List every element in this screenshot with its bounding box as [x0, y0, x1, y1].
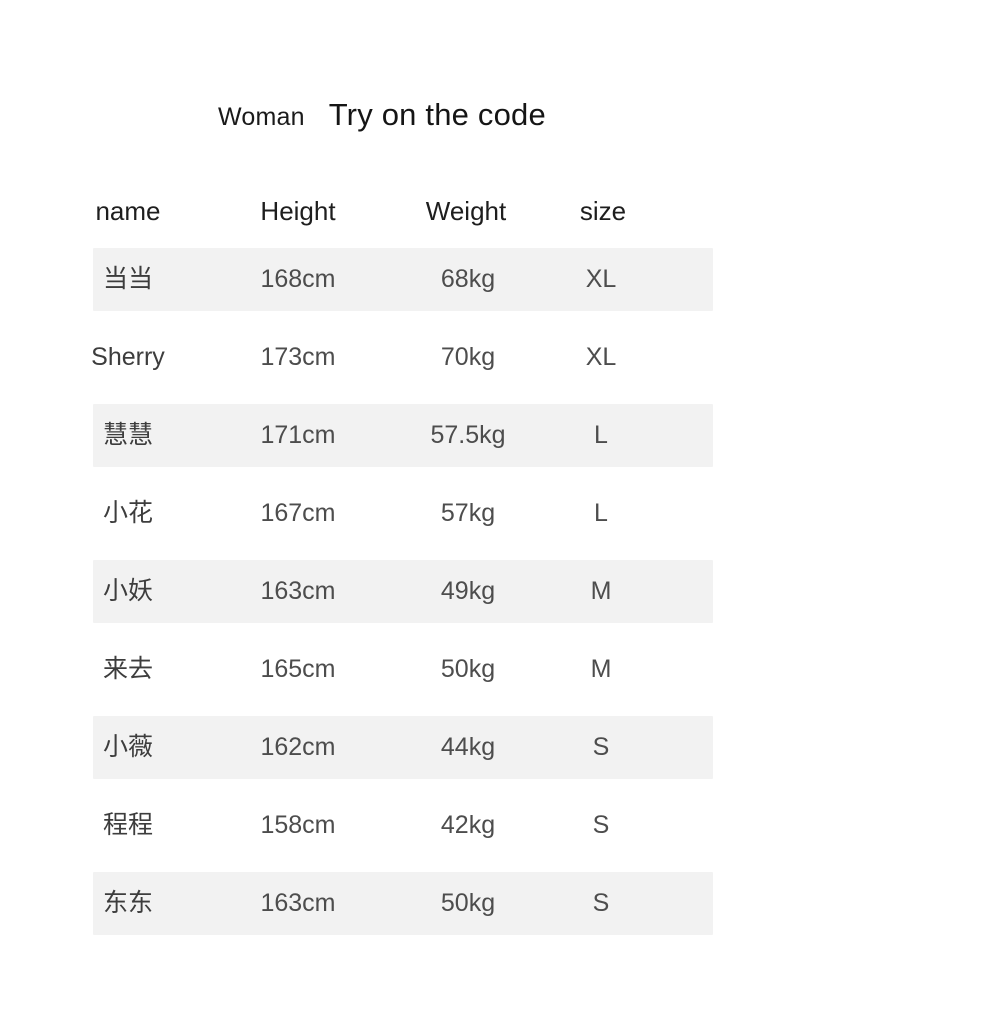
cell-weight: 50kg: [440, 655, 496, 683]
column-header-height: Height: [260, 196, 336, 226]
size-chart-table: name Height Weight size 当当 168cm 68kg XL…: [91, 180, 713, 950]
table-row: 小妖 163cm 49kg M: [93, 560, 713, 638]
cell-weight: 42kg: [440, 811, 496, 839]
cell-weight: 50kg: [440, 889, 496, 917]
cell-weight: 44kg: [440, 733, 496, 761]
cell-height: 171cm: [260, 421, 336, 449]
cell-size: XL: [585, 343, 617, 371]
table-row: 小薇 162cm 44kg S: [93, 716, 713, 794]
cell-name: 来去: [102, 655, 153, 683]
cell-size: M: [590, 577, 612, 605]
cell-name: 小花: [102, 499, 153, 527]
table-header-row: name Height Weight size: [93, 180, 713, 248]
cell-height: 163cm: [260, 577, 336, 605]
cell-height: 167cm: [260, 499, 336, 527]
cell-height: 173cm: [260, 343, 336, 371]
cell-name: 当当: [102, 265, 153, 293]
page-title-main: Try on the code: [328, 97, 546, 132]
page-title: Woman Try on the code: [0, 98, 1000, 142]
cell-size: M: [590, 655, 612, 683]
cell-weight: 57.5kg: [430, 421, 506, 449]
table-row: 当当 168cm 68kg XL: [93, 248, 713, 326]
cell-size: XL: [585, 265, 617, 293]
cell-height: 158cm: [260, 811, 336, 839]
size-chart-page: Woman Try on the code name Height Weight…: [0, 0, 1000, 1009]
cell-size: L: [594, 421, 608, 449]
column-header-name: name: [95, 196, 161, 226]
cell-height: 162cm: [260, 733, 336, 761]
table-row: 小花 167cm 57kg L: [93, 482, 713, 560]
cell-name: 东东: [102, 889, 153, 917]
page-title-prefix: Woman: [218, 103, 305, 131]
cell-size: S: [592, 733, 610, 761]
cell-weight: 57kg: [440, 499, 496, 527]
cell-name: 小妖: [102, 577, 153, 605]
cell-name: Sherry: [91, 343, 165, 371]
cell-weight: 70kg: [440, 343, 496, 371]
page-title-inner: Woman Try on the code: [218, 98, 546, 134]
table-row: 慧慧 171cm 57.5kg L: [93, 404, 713, 482]
table-row: 程程 158cm 42kg S: [93, 794, 713, 872]
cell-height: 165cm: [260, 655, 336, 683]
cell-height: 168cm: [260, 265, 336, 293]
cell-name: 慧慧: [102, 421, 153, 449]
cell-size: S: [592, 889, 610, 917]
table-row: Sherry 173cm 70kg XL: [91, 326, 713, 404]
cell-weight: 49kg: [440, 577, 496, 605]
cell-size: S: [592, 811, 610, 839]
cell-weight: 68kg: [440, 265, 496, 293]
cell-height: 163cm: [260, 889, 336, 917]
table-row: 来去 165cm 50kg M: [93, 638, 713, 716]
column-header-weight: Weight: [425, 196, 507, 226]
table-row: 东东 163cm 50kg S: [93, 872, 713, 950]
column-header-size: size: [579, 196, 627, 226]
cell-name: 程程: [102, 811, 153, 839]
table-body: 当当 168cm 68kg XL Sherry 173cm 70kg XL 慧慧…: [91, 248, 713, 950]
cell-name: 小薇: [102, 733, 153, 761]
cell-size: L: [594, 499, 608, 527]
